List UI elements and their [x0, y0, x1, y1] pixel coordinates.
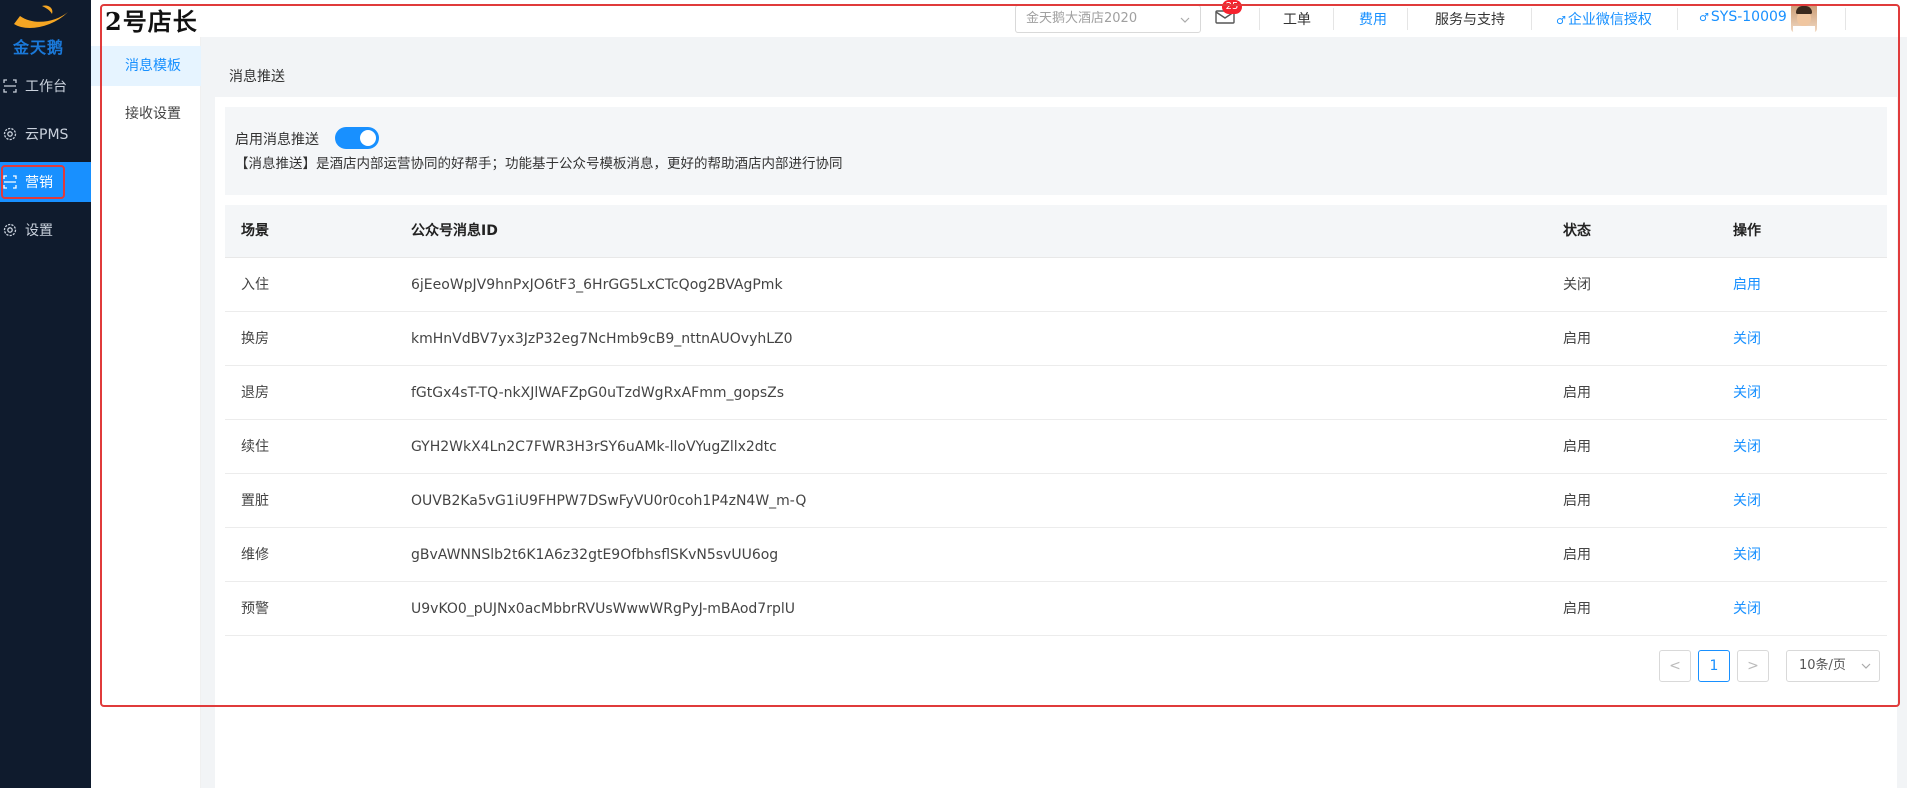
scan-icon: [3, 79, 17, 93]
column-header-status: 状态: [1563, 223, 1591, 239]
hotel-select[interactable]: 金天鹅大酒店2020: [1015, 5, 1201, 33]
table-row: 入住 6jEeoWpJV9hnPxJO6tF3_6HrGG5LxCTcQog2B…: [225, 258, 1887, 312]
cell-scene: 入住: [241, 277, 269, 293]
table-row: 换房 kmHnVdBV7yx3JzP32eg7NcHmb9cB9_nttnAUO…: [225, 312, 1887, 366]
row-action-link[interactable]: 关闭: [1733, 366, 1761, 420]
cell-scene: 换房: [241, 331, 269, 347]
cell-msg-id: U9vKO0_pUJNx0acMbbrRVUsWwwWRgPyJ-mBAod7r…: [411, 601, 795, 617]
prev-page-button[interactable]: <: [1659, 650, 1691, 682]
brand-logo[interactable]: 金天鹅: [0, 0, 91, 58]
cell-scene: 续住: [241, 439, 269, 455]
header-divider: [1677, 8, 1678, 30]
cell-status: 启用: [1563, 601, 1591, 617]
push-toggle[interactable]: [335, 127, 379, 149]
user-menu[interactable]: ♂ SYS-10009: [1699, 9, 1787, 25]
cell-scene: 退房: [241, 385, 269, 401]
cell-msg-id: gBvAWNNSlb2t6K1A6z32gtE9OfbhsflSKvN5svUU…: [411, 547, 779, 563]
toggle-knob: [360, 130, 376, 146]
fees-link[interactable]: 费用: [1359, 9, 1387, 29]
cell-msg-id: 6jEeoWpJV9hnPxJO6tF3_6HrGG5LxCTcQog2BVAg…: [411, 277, 783, 293]
main-sidebar: 金天鹅 工作台 云PMS 营销 设置: [0, 0, 91, 788]
column-header-msg-id: 公众号消息ID: [411, 223, 498, 239]
app: 金天鹅 工作台 云PMS 营销 设置 2号店长 金天鹅大酒店2020 25 工单…: [0, 0, 1907, 788]
cell-status: 启用: [1563, 331, 1591, 347]
secondary-menu: 消息模板 接收设置: [91, 37, 201, 788]
page-size-value: 10条/页: [1799, 658, 1846, 673]
highlight-box: [1, 165, 65, 199]
submenu-item-receive-settings[interactable]: 接收设置: [91, 94, 201, 134]
user-icon: ♂: [1556, 14, 1566, 27]
cell-status: 启用: [1563, 493, 1591, 509]
wechat-auth-link[interactable]: ♂ 企业微信授权: [1556, 9, 1652, 29]
column-header-scene: 场景: [241, 223, 269, 239]
user-icon: ♂: [1699, 11, 1709, 24]
sidebar-item-cloud-pms[interactable]: 云PMS: [0, 114, 91, 154]
header-divider: [1259, 8, 1260, 30]
wechat-auth-label: 企业微信授权: [1567, 12, 1652, 28]
header-divider: [1845, 8, 1846, 30]
table-row: 续住 GYH2WkX4Ln2C7FWR3H3rSY6uAMk-lloVYugZl…: [225, 420, 1887, 474]
sidebar-item-settings[interactable]: 设置: [0, 210, 91, 250]
page-number-button[interactable]: 1: [1698, 650, 1730, 682]
brand-name: 金天鹅: [13, 38, 65, 57]
cell-msg-id: GYH2WkX4Ln2C7FWR3H3rSY6uAMk-lloVYugZllx2…: [411, 439, 777, 455]
row-action-link[interactable]: 关闭: [1733, 474, 1761, 528]
header-divider: [1407, 8, 1408, 30]
sidebar-item-label: 设置: [25, 223, 53, 239]
row-action-link[interactable]: 关闭: [1733, 420, 1761, 474]
push-toggle-label: 启用消息推送: [235, 132, 319, 148]
row-action-link[interactable]: 启用: [1733, 258, 1761, 312]
cell-scene: 预警: [241, 601, 269, 617]
cell-msg-id: OUVB2Ka5vG1iU9FHPW7DSwFyVU0r0coh1P4zN4W_…: [411, 493, 807, 509]
support-link[interactable]: 服务与支持: [1435, 9, 1505, 29]
cell-scene: 维修: [241, 547, 269, 563]
work-order-link[interactable]: 工单: [1283, 9, 1311, 29]
top-header: 2号店长 金天鹅大酒店2020 25 工单 费用 服务与支持 ♂ 企业微信授权 ♂…: [91, 0, 1907, 37]
swan-logo-icon: [14, 5, 68, 28]
table-row: 置脏 OUVB2Ka5vG1iU9FHPW7DSwFyVU0r0coh1P4zN…: [225, 474, 1887, 528]
table-row: 预警 U9vKO0_pUJNx0acMbbrRVUsWwwWRgPyJ-mBAo…: [225, 582, 1887, 636]
page-size-select[interactable]: 10条/页: [1786, 650, 1880, 682]
cell-scene: 置脏: [241, 493, 269, 509]
row-action-link[interactable]: 关闭: [1733, 312, 1761, 366]
row-action-link[interactable]: 关闭: [1733, 582, 1761, 636]
sidebar-item-label: 云PMS: [25, 127, 69, 143]
message-table: 场景 公众号消息ID 状态 操作 入住 6jEeoWpJV9hnPxJO6tF3…: [225, 205, 1887, 636]
row-action-link[interactable]: 关闭: [1733, 528, 1761, 582]
section-title: 消息推送: [229, 69, 285, 85]
sidebar-item-label: 工作台: [25, 79, 67, 95]
chevron-down-icon: [1180, 17, 1190, 23]
notice-panel: 启用消息推送 【消息推送】是酒店内部运营协同的好帮手；功能基于公众号模板消息，更…: [225, 107, 1887, 195]
cell-msg-id: fGtGx4sT-TQ-nkXJlWAFZpG0uTzdWgRxAFmm_gop…: [411, 385, 785, 401]
header-divider: [1531, 8, 1532, 30]
gear-icon: [3, 223, 17, 237]
next-page-button[interactable]: >: [1737, 650, 1769, 682]
table-row: 退房 fGtGx4sT-TQ-nkXJlWAFZpG0uTzdWgRxAFmm_…: [225, 366, 1887, 420]
content-card: 启用消息推送 【消息推送】是酒店内部运营协同的好帮手；功能基于公众号模板消息，更…: [215, 97, 1897, 788]
cell-msg-id: kmHnVdBV7yx3JzP32eg7NcHmb9cB9_nttnAUOvyh…: [411, 331, 793, 347]
cell-status: 启用: [1563, 547, 1591, 563]
section-header: 消息推送: [215, 37, 1897, 95]
user-name: SYS-10009: [1710, 9, 1787, 25]
table-row: 维修 gBvAWNNSlb2t6K1A6z32gtE9OfbhsflSKvN5s…: [225, 528, 1887, 582]
header-divider: [1333, 8, 1334, 30]
hotel-select-value: 金天鹅大酒店2020: [1026, 11, 1138, 26]
cell-status: 关闭: [1563, 277, 1591, 293]
store-title: 2号店长: [105, 7, 198, 36]
column-header-action: 操作: [1733, 223, 1761, 239]
notice-description: 【消息推送】是酒店内部运营协同的好帮手；功能基于公众号模板消息，更好的帮助酒店内…: [235, 156, 843, 172]
cell-status: 启用: [1563, 385, 1591, 401]
gear-icon: [3, 127, 17, 141]
submenu-item-message-template[interactable]: 消息模板: [91, 46, 201, 86]
chevron-down-icon: [1861, 663, 1871, 669]
sidebar-item-workbench[interactable]: 工作台: [0, 66, 91, 106]
table-header: 场景 公众号消息ID 状态 操作: [225, 205, 1887, 258]
mail-count-badge: 25: [1222, 0, 1242, 14]
cell-status: 启用: [1563, 439, 1591, 455]
avatar[interactable]: [1791, 4, 1817, 32]
